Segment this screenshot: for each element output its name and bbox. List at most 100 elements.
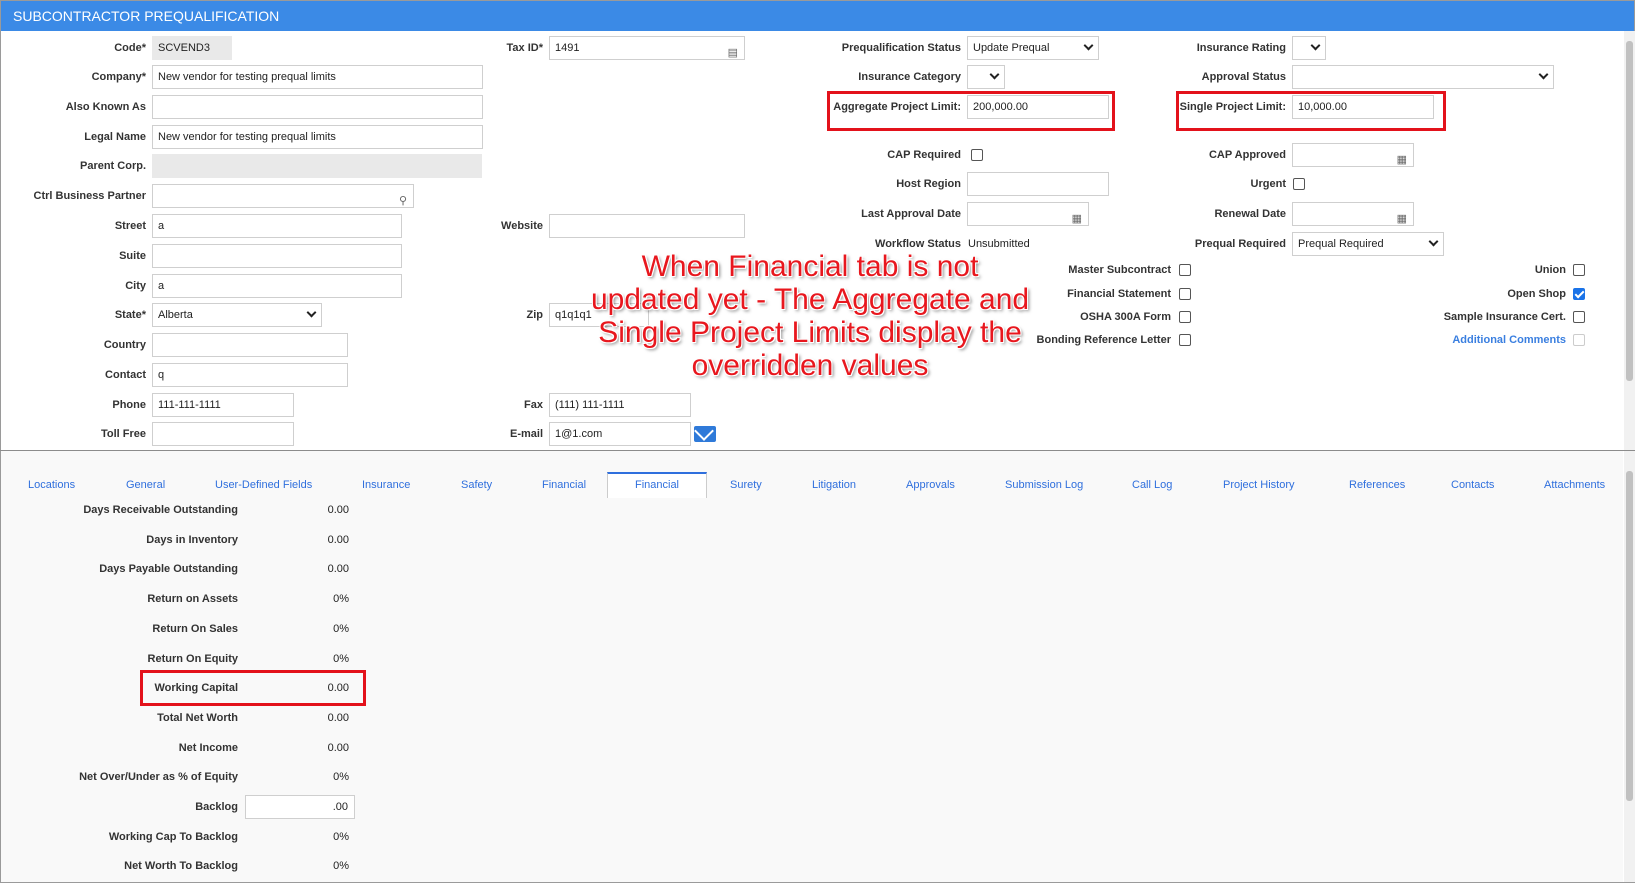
union-checkbox[interactable] (1573, 264, 1585, 276)
tab-litigation[interactable]: Litigation (812, 479, 856, 491)
financial-value: 0% (333, 622, 349, 635)
tab-submission-log[interactable]: Submission Log (1005, 479, 1083, 491)
financial-value: 0.00 (327, 682, 349, 695)
upper-scrollbar-thumb[interactable] (1626, 41, 1633, 381)
open-shop-checkbox[interactable] (1573, 288, 1585, 300)
tab-surety[interactable]: Surety (730, 479, 762, 491)
cap-required-checkbox[interactable] (971, 149, 983, 161)
ctrl-partner-label: Ctrl Business Partner (33, 190, 146, 202)
tab-attachments[interactable]: Attachments (1544, 479, 1605, 491)
tab-financial-active[interactable]: Financial (607, 472, 707, 498)
financial-label: Backlog (195, 801, 238, 813)
financial-label: Return On Sales (152, 622, 238, 635)
additional-comments-link[interactable]: Additional Comments (1400, 334, 1566, 346)
zip-label: Zip (526, 309, 544, 321)
website-field[interactable] (549, 214, 745, 238)
financial-value: 0% (333, 860, 349, 873)
toll-free-field[interactable] (152, 422, 294, 446)
company-field[interactable]: New vendor for testing prequal limits (152, 65, 483, 89)
code-field[interactable]: SCVEND3 (152, 36, 232, 60)
insurance-rating-select[interactable] (1292, 36, 1326, 60)
urgent-checkbox[interactable] (1293, 178, 1305, 190)
host-region-label: Host Region (896, 178, 961, 190)
contact-field[interactable]: q (152, 363, 348, 387)
calendar-icon[interactable]: ▦ (1397, 149, 1407, 166)
backlog-input[interactable]: .00 (245, 795, 355, 819)
chevron-down-icon (989, 69, 1000, 80)
fax-field[interactable]: (111) 111-1111 (549, 393, 691, 417)
street-field[interactable]: a (152, 214, 402, 238)
financial-value: 0.00 (327, 533, 349, 546)
calendar-icon[interactable]: ▦ (1397, 208, 1407, 225)
financial-label: Net Over/Under as % of Equity (79, 771, 238, 784)
tab-financial[interactable]: Financial (542, 479, 586, 491)
cap-approved-label: CAP Approved (1208, 149, 1286, 161)
tab-locations[interactable]: Locations (28, 479, 75, 491)
lower-scrollbar[interactable] (1624, 451, 1635, 882)
financial-label: Total Net Worth (157, 711, 238, 724)
prequal-status-label: Prequalification Status (841, 42, 961, 54)
chevron-down-icon (306, 307, 317, 318)
urgent-label: Urgent (1250, 178, 1286, 190)
code-label: Code* (114, 42, 146, 54)
country-field[interactable] (152, 333, 348, 357)
upper-scrollbar[interactable] (1624, 31, 1635, 450)
financial-statement-checkbox[interactable] (1179, 288, 1191, 300)
master-subcontract-checkbox[interactable] (1179, 264, 1191, 276)
financial-value: 0% (333, 771, 349, 784)
insurance-category-label: Insurance Category (858, 71, 961, 83)
financial-label: Days Receivable Outstanding (83, 504, 238, 516)
host-region-field[interactable] (967, 172, 1109, 196)
tab-insurance[interactable]: Insurance (362, 479, 410, 491)
state-select[interactable]: Alberta (152, 303, 322, 327)
phone-label: Phone (112, 399, 146, 411)
financial-value: 0% (333, 652, 349, 665)
financial-label: Days in Inventory (146, 533, 238, 546)
toll-free-label: Toll Free (100, 428, 146, 440)
osha-checkbox[interactable] (1179, 311, 1191, 323)
legal-name-field[interactable]: New vendor for testing prequal limits (152, 125, 483, 149)
prequal-status-select[interactable]: Update Prequal (967, 36, 1099, 60)
aggregate-limit-field[interactable]: 200,000.00 (967, 95, 1109, 119)
single-limit-field[interactable]: 10,000.00 (1292, 95, 1434, 119)
suite-field[interactable] (152, 244, 402, 268)
lower-scrollbar-thumb[interactable] (1626, 471, 1633, 801)
calendar-icon[interactable]: ▦ (1072, 208, 1082, 225)
insurance-category-select[interactable] (967, 65, 1005, 89)
parent-corp-field[interactable] (152, 154, 482, 178)
city-label: City (125, 280, 146, 292)
prequal-status-value: Update Prequal (973, 42, 1050, 54)
tab-approvals[interactable]: Approvals (906, 479, 955, 491)
phone-field[interactable]: 111-111-1111 (152, 393, 294, 417)
search-icon[interactable]: ⚲ (399, 190, 407, 207)
financial-value: 0% (333, 830, 349, 843)
tab-call-log[interactable]: Call Log (1132, 479, 1172, 491)
insurance-rating-label: Insurance Rating (1196, 42, 1286, 54)
aka-field[interactable] (152, 95, 483, 119)
city-field[interactable]: a (152, 274, 402, 298)
tab-safety[interactable]: Safety (461, 479, 492, 491)
mail-icon[interactable] (694, 426, 716, 442)
prequal-required-select[interactable]: Prequal Required (1292, 232, 1444, 256)
tab-general[interactable]: General (126, 479, 165, 491)
tab-project-history[interactable]: Project History (1223, 479, 1295, 491)
tax-id-field[interactable]: 1491 ▤ (549, 36, 745, 60)
tab-contacts[interactable]: Contacts (1451, 479, 1494, 491)
cap-approved-field[interactable]: ▦ (1292, 143, 1414, 167)
bonding-checkbox[interactable] (1179, 334, 1191, 346)
state-value: Alberta (158, 309, 193, 321)
last-approval-field[interactable]: ▦ (967, 202, 1089, 226)
id-card-icon[interactable]: ▤ (728, 42, 738, 59)
union-label: Union (1534, 264, 1566, 276)
ctrl-partner-field[interactable]: ⚲ (152, 184, 414, 208)
renewal-date-field[interactable]: ▦ (1292, 202, 1414, 226)
sample-insurance-checkbox[interactable] (1573, 311, 1585, 323)
additional-comments-checkbox (1573, 334, 1585, 346)
email-label: E-mail (509, 428, 543, 440)
suite-label: Suite (119, 250, 146, 262)
approval-status-select[interactable] (1292, 65, 1554, 89)
email-field[interactable]: 1@1.com (549, 422, 691, 446)
tab-user-defined-fields[interactable]: User-Defined Fields (215, 479, 312, 491)
single-limit-label: Single Project Limit: (1179, 101, 1286, 113)
tab-references[interactable]: References (1349, 479, 1405, 491)
